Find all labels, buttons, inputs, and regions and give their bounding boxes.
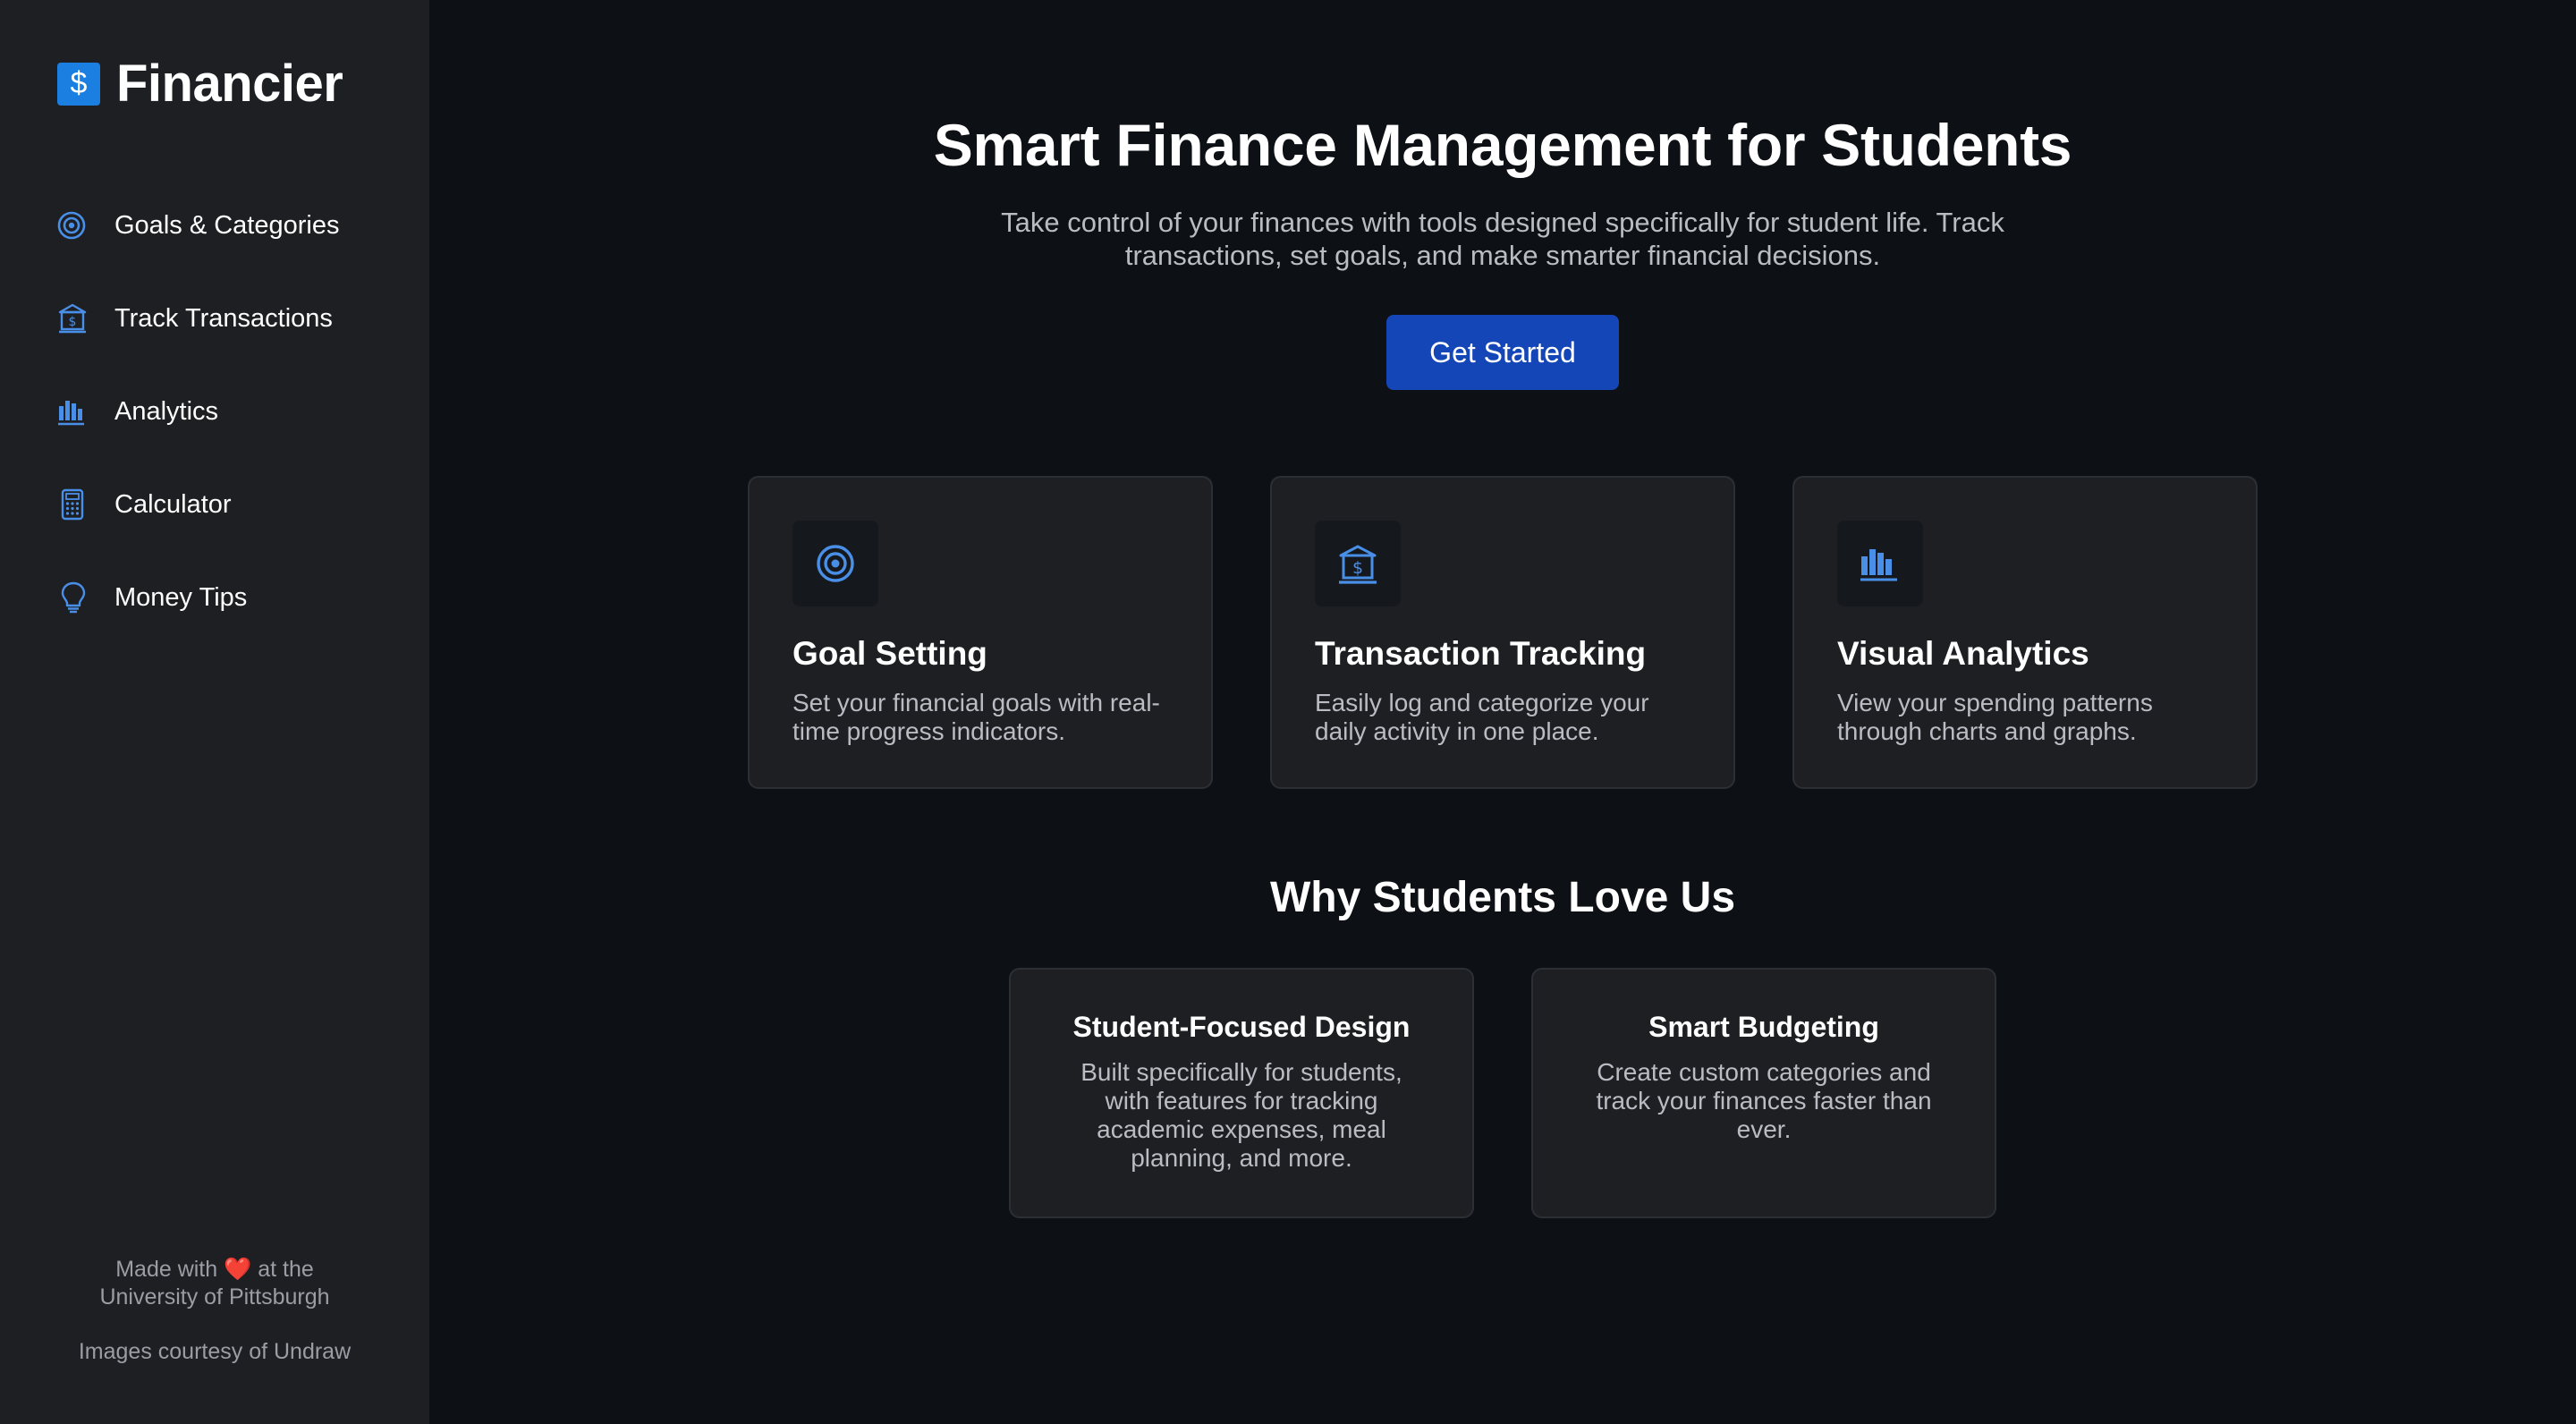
bar-chart-icon (1837, 521, 1923, 606)
sidebar-item-label: Calculator (114, 489, 232, 519)
app-root: $ Financier Goals & Categories $ Track T… (0, 0, 2576, 1424)
svg-text:$: $ (1352, 558, 1363, 578)
feature-card-visual-analytics: Visual Analytics View your spending patt… (1792, 476, 2258, 789)
bank-icon: $ (57, 299, 114, 338)
sidebar-item-label: Analytics (114, 396, 219, 426)
why-card-title: Smart Budgeting (1648, 1011, 1879, 1043)
heart-icon: ❤️ (224, 1257, 252, 1282)
hero-title: Smart Finance Management for Students (933, 112, 2072, 178)
hero-subtitle: Take control of your finances with tools… (1001, 207, 2004, 271)
dollar-icon: $ (57, 62, 100, 106)
why-card-smart-budgeting: Smart Budgeting Create custom categories… (1531, 968, 1996, 1218)
sidebar-item-analytics[interactable]: Analytics (57, 365, 339, 458)
feature-card-transaction-tracking: $ Transaction Tracking Easily log and ca… (1270, 476, 1735, 789)
why-card-description: Built specifically for students, with fe… (1080, 1058, 1402, 1172)
sidebar-item-label: Track Transactions (114, 303, 333, 333)
sidebar-footer: Made with ❤️ at the University of Pittsb… (0, 1256, 429, 1366)
feature-title: Visual Analytics (1837, 635, 2089, 672)
sidebar-item-calculator[interactable]: Calculator (57, 458, 339, 551)
sidebar-item-money-tips[interactable]: Money Tips (57, 551, 339, 644)
made-with-line: Made with ❤️ at the (0, 1256, 429, 1284)
sidebar-item-label: Money Tips (114, 582, 248, 612)
sidebar-item-goals[interactable]: Goals & Categories (57, 179, 339, 272)
bank-icon: $ (1315, 521, 1401, 606)
feature-description: Easily log and categorize your daily act… (1315, 689, 1649, 745)
lightbulb-icon (57, 578, 114, 617)
why-section-title: Why Students Love Us (1269, 874, 1736, 921)
why-card-student-focused: Student-Focused Design Built specificall… (1009, 968, 1474, 1218)
why-card-description: Create custom categories and track your … (1596, 1058, 1932, 1143)
feature-description: Set your financial goals with real-time … (792, 689, 1160, 745)
feature-card-goal-setting: Goal Setting Set your financial goals wi… (748, 476, 1213, 789)
sidebar: $ Financier Goals & Categories $ Track T… (0, 0, 429, 1424)
bar-chart-icon (57, 392, 114, 431)
target-icon (57, 206, 114, 245)
get-started-button[interactable]: Get Started (1386, 315, 1619, 390)
feature-description: View your spending patterns through char… (1837, 689, 2153, 745)
sidebar-nav: Goals & Categories $ Track Transactions … (57, 179, 339, 644)
svg-text:$: $ (69, 315, 77, 329)
brand-name: Financier (116, 55, 343, 113)
calculator-icon (57, 485, 114, 524)
why-card-title: Student-Focused Design (1072, 1011, 1411, 1043)
main-content: Smart Finance Management for Students Ta… (429, 0, 2576, 1424)
sidebar-item-transactions[interactable]: $ Track Transactions (57, 272, 339, 365)
sidebar-item-label: Goals & Categories (114, 210, 340, 240)
brand[interactable]: $ Financier (57, 54, 343, 114)
university-text: University of Pittsburgh (99, 1284, 330, 1310)
feature-title: Goal Setting (792, 635, 987, 672)
made-with-suffix: at the (258, 1257, 314, 1282)
made-with-prefix: Made with (115, 1257, 218, 1282)
image-credit: Images courtesy of Undraw (78, 1339, 352, 1364)
feature-title: Transaction Tracking (1315, 635, 1647, 672)
target-icon (792, 521, 878, 606)
